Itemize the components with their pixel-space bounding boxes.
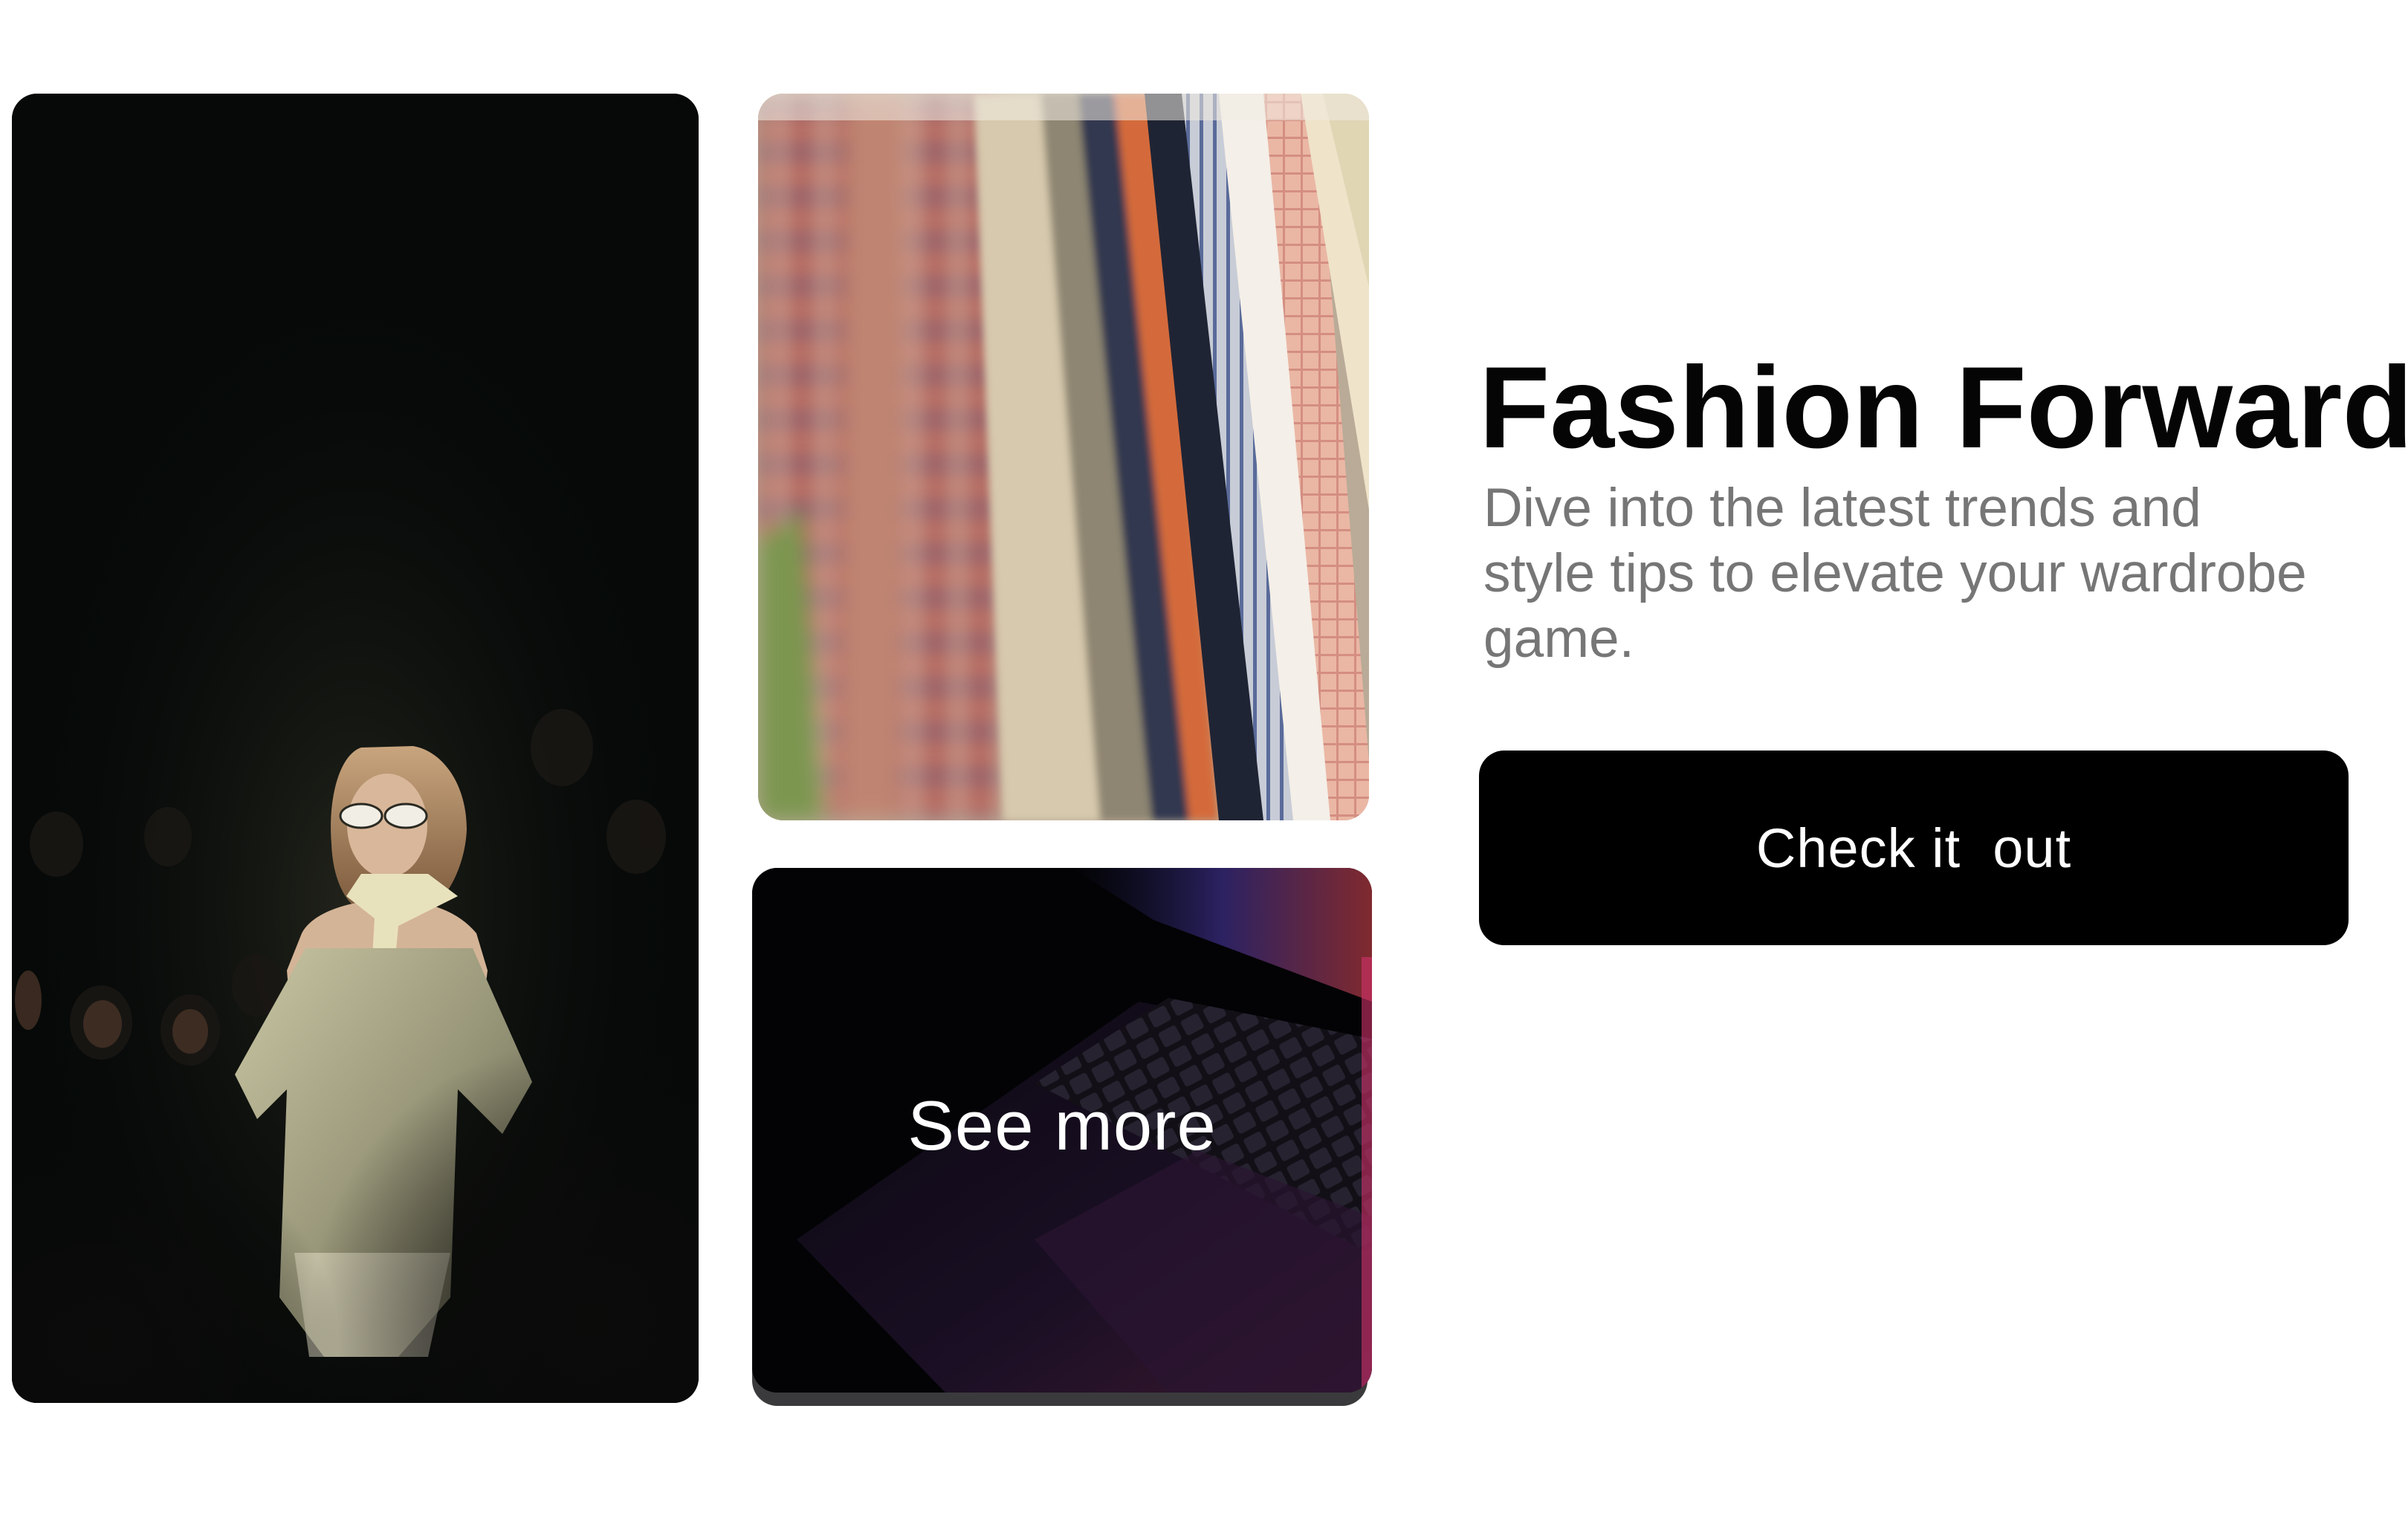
runway-photo-card [12,94,699,1403]
see-more-label[interactable]: See more [752,1091,1372,1161]
clothing-rack-card [758,94,1369,820]
see-more-card[interactable]: See more [752,868,1372,1393]
page-title: Fashion Forward [1479,343,2408,473]
check-it-out-button[interactable]: Check it out [1479,751,2349,945]
page-subtitle: Dive into the latest trends and style ti… [1483,478,2307,669]
runway-model-image [12,94,699,1403]
clothing-rack-image [758,94,1369,820]
